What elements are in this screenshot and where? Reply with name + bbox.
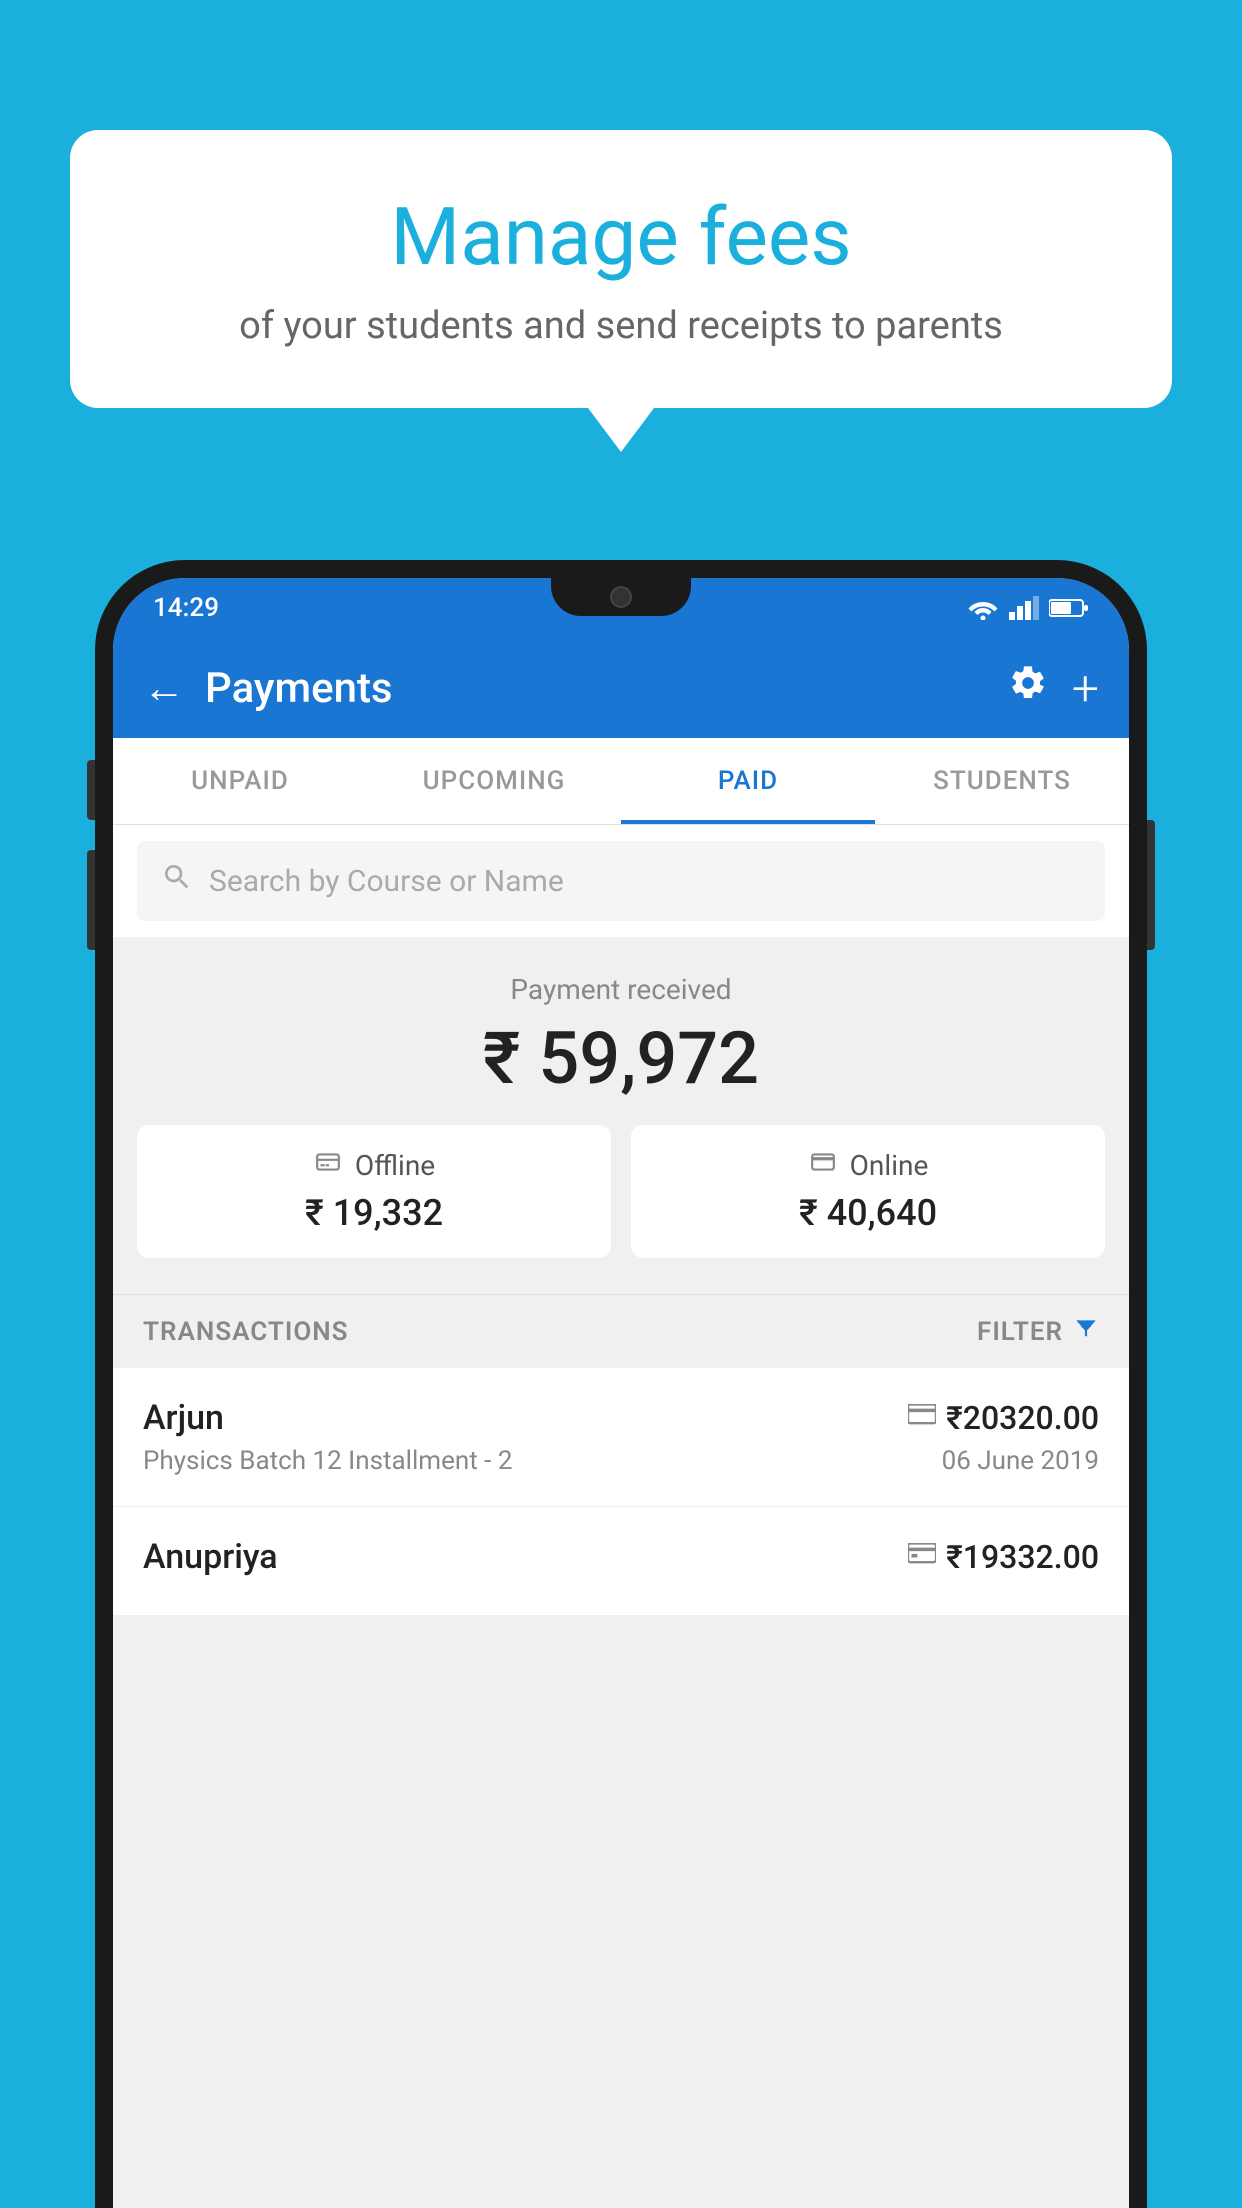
header-title: Payments [205, 664, 1008, 713]
transactions-header: TRANSACTIONS FILTER [113, 1294, 1129, 1368]
bubble-subtitle: of your students and send receipts to pa… [150, 304, 1092, 348]
offline-card-header: Offline [161, 1149, 587, 1182]
bubble-title: Manage fees [150, 190, 1092, 284]
search-box[interactable]: Search by Course or Name [137, 841, 1105, 921]
phone-notch [551, 578, 691, 616]
payment-cards: Offline ₹ 19,332 [137, 1125, 1105, 1258]
offline-icon [313, 1149, 343, 1182]
offline-payment-card: Offline ₹ 19,332 [137, 1125, 611, 1258]
search-icon [161, 861, 193, 901]
settings-button[interactable] [1008, 663, 1048, 713]
transaction-name: Anupriya [143, 1537, 278, 1577]
app-header: ← Payments + [113, 638, 1129, 738]
payment-total-amount: ₹ 59,972 [137, 1016, 1105, 1101]
online-payment-icon [908, 1403, 936, 1433]
transactions-label: TRANSACTIONS [143, 1317, 349, 1347]
camera [610, 586, 632, 608]
transaction-row[interactable]: Anupriya ₹19332.00 [113, 1507, 1129, 1616]
transaction-date: 06 June 2019 [942, 1446, 1099, 1476]
transaction-top: Anupriya ₹19332.00 [143, 1537, 1099, 1577]
transaction-amount-container: ₹20320.00 [908, 1399, 1099, 1437]
phone-frame: 14:29 [95, 560, 1147, 2208]
phone-mockup: 14:29 [95, 560, 1147, 2208]
phone-power-button [1147, 820, 1155, 950]
tab-unpaid[interactable]: UNPAID [113, 738, 367, 824]
online-icon [808, 1149, 838, 1182]
tab-students[interactable]: STUDENTS [875, 738, 1129, 824]
search-container: Search by Course or Name [113, 825, 1129, 937]
transaction-amount-container: ₹19332.00 [908, 1538, 1099, 1576]
filter-label: FILTER [977, 1317, 1063, 1347]
speech-bubble-section: Manage fees of your students and send re… [70, 130, 1172, 408]
status-time: 14:29 [153, 593, 219, 623]
phone-side-button [87, 760, 95, 820]
phone-volume-button [87, 850, 95, 950]
add-button[interactable]: + [1072, 660, 1099, 717]
payment-received-label: Payment received [137, 973, 1105, 1006]
online-amount: ₹ 40,640 [655, 1192, 1081, 1234]
transaction-course: Physics Batch 12 Installment - 2 [143, 1446, 512, 1476]
offline-payment-icon [908, 1542, 936, 1572]
transaction-bottom: Physics Batch 12 Installment - 2 06 June… [143, 1446, 1099, 1476]
payment-summary: Payment received ₹ 59,972 [113, 937, 1129, 1294]
battery-icon [1049, 598, 1089, 618]
offline-amount: ₹ 19,332 [161, 1192, 587, 1234]
online-card-header: Online [655, 1149, 1081, 1182]
transaction-name: Arjun [143, 1398, 224, 1438]
transaction-row[interactable]: Arjun ₹20320.00 Physics Batch 12 Install… [113, 1368, 1129, 1507]
online-label: Online [850, 1149, 929, 1182]
header-icons: + [1008, 660, 1099, 717]
back-button[interactable]: ← [143, 664, 185, 713]
tabs-container: UNPAID UPCOMING PAID STUDENTS [113, 738, 1129, 825]
wifi-icon [967, 596, 999, 620]
transaction-amount: ₹19332.00 [946, 1538, 1099, 1576]
status-icons [967, 596, 1089, 620]
signal-icon [1009, 596, 1039, 620]
search-placeholder: Search by Course or Name [209, 864, 564, 899]
transaction-top: Arjun ₹20320.00 [143, 1398, 1099, 1438]
tab-upcoming[interactable]: UPCOMING [367, 738, 621, 824]
offline-label: Offline [355, 1149, 435, 1182]
tab-paid[interactable]: PAID [621, 738, 875, 824]
online-payment-card: Online ₹ 40,640 [631, 1125, 1105, 1258]
filter-container[interactable]: FILTER [977, 1315, 1099, 1348]
filter-icon [1073, 1315, 1099, 1348]
phone-screen: 14:29 [113, 578, 1129, 2208]
speech-bubble: Manage fees of your students and send re… [70, 130, 1172, 408]
transaction-amount: ₹20320.00 [946, 1399, 1099, 1437]
